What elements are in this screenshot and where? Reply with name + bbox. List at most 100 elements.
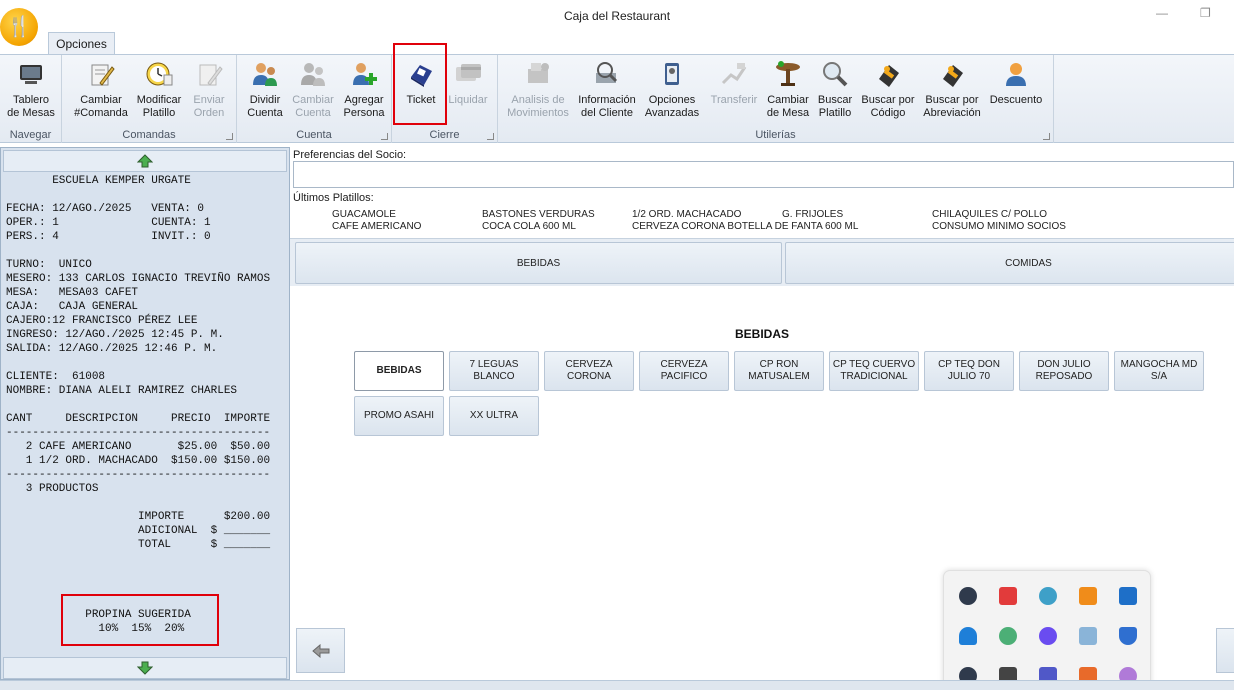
item-label: BEBIDAS: [376, 365, 422, 376]
dialog-launcher-icon[interactable]: [1043, 133, 1050, 140]
back-button[interactable]: [296, 628, 345, 673]
monitor-icon: [20, 65, 42, 84]
receipt-line: OPER.: 1 CUENTA: 1: [6, 217, 211, 229]
analisis-movimientos-button[interactable]: Analisis de Movimientos: [504, 59, 572, 125]
app-tray-icon[interactable]: [1039, 627, 1057, 645]
app-tray-icon[interactable]: [1039, 587, 1057, 605]
ultimo-platillo[interactable]: G. FRIJOLES: [782, 209, 843, 220]
label: Opciones: [648, 94, 696, 106]
item-label: CERVEZA PACIFICO: [660, 359, 708, 382]
outlook-icon[interactable]: [1119, 587, 1137, 605]
ultimo-platillo[interactable]: COCA COLA 600 ML: [482, 221, 576, 232]
buscar-codigo-button[interactable]: Buscar por Código: [858, 59, 918, 125]
item-button[interactable]: CP TEQ DON JULIO 70: [924, 351, 1014, 391]
label: #Comanda: [74, 107, 128, 119]
item-button[interactable]: CP TEQ CUERVO TRADICIONAL: [829, 351, 919, 391]
cambiar-cuenta-button[interactable]: Cambiar Cuenta: [289, 59, 337, 125]
buscar-platillo-button[interactable]: Buscar Platillo: [814, 59, 856, 125]
item-button[interactable]: CERVEZA CORONA: [544, 351, 634, 391]
app-tray-icon[interactable]: [1079, 587, 1097, 605]
item-button[interactable]: XX ULTRA: [449, 396, 539, 436]
transferir-button[interactable]: Transferir: [704, 59, 764, 125]
receipt-line: [6, 188, 288, 202]
agregar-persona-button[interactable]: Agregar Persona: [339, 59, 389, 125]
receipt-line: ESCUELA KEMPER URGATE: [6, 175, 191, 187]
label: Tablero: [12, 94, 50, 106]
onedrive-icon[interactable]: [959, 627, 977, 645]
minimize-icon[interactable]: —: [1156, 6, 1168, 20]
ultimo-platillo[interactable]: GUACAMOLE: [332, 209, 396, 220]
calculator-icon: [528, 63, 549, 83]
tab-opciones[interactable]: Opciones: [48, 32, 115, 55]
category-comidas-button[interactable]: COMIDAS: [785, 242, 1234, 284]
item-button[interactable]: MANGOCHA MD S/A: [1114, 351, 1204, 391]
receipt-line: [6, 496, 288, 510]
defender-icon[interactable]: [1119, 627, 1137, 645]
table-icon: [776, 61, 800, 86]
item-button[interactable]: DON JULIO REPOSADO: [1019, 351, 1109, 391]
arrow-left-icon: [311, 643, 329, 658]
scroll-down-button[interactable]: [3, 657, 287, 679]
cambiar-mesa-button[interactable]: Cambiar de Mesa: [764, 59, 812, 125]
group-cierre: Ticket Liquidar Cierre: [392, 55, 498, 143]
scroll-up-button[interactable]: [3, 150, 287, 172]
item-label: CERVEZA CORONA: [565, 359, 613, 382]
category-bebidas-button[interactable]: BEBIDAS: [295, 242, 782, 284]
group-comandas: Cambiar #Comanda Modificar Platillo Envi…: [62, 55, 237, 143]
ultimo-platillo[interactable]: CHILAQUILES C/ POLLO: [932, 209, 1047, 220]
client-search-icon: [596, 62, 618, 83]
preferencias-input[interactable]: [293, 161, 1234, 188]
cambiar-comanda-button[interactable]: Cambiar #Comanda: [72, 59, 130, 125]
descuento-button[interactable]: Descuento: [986, 59, 1046, 125]
receipt-line: ----------------------------------------: [6, 427, 271, 439]
person-icon: [1006, 63, 1026, 86]
dividir-cuenta-button[interactable]: Dividir Cuenta: [243, 59, 287, 125]
app-tray-icon[interactable]: [999, 627, 1017, 645]
tablero-mesas-button[interactable]: Tablero de Mesas: [2, 59, 60, 125]
stamp-icon: [943, 65, 963, 87]
label: Platillo: [142, 107, 176, 119]
label: de Mesa: [766, 107, 810, 119]
modificar-platillo-button[interactable]: Modificar Platillo: [132, 59, 186, 125]
item-label: XX ULTRA: [469, 410, 519, 421]
preferencias-label: Preferencias del Socio:: [293, 149, 407, 161]
app-logo-icon[interactable]: 🍴: [0, 8, 38, 46]
label: del Cliente: [581, 107, 633, 119]
dialog-launcher-icon[interactable]: [381, 133, 388, 140]
app-tray-icon[interactable]: [999, 587, 1017, 605]
add-person-icon: [353, 63, 377, 85]
item-button[interactable]: 7 LEGUAS BLANCO: [449, 351, 539, 391]
label: Analisis de: [511, 94, 565, 106]
label: Descuento: [989, 94, 1043, 106]
ribbon: Tablero de Mesas Navegar Cambiar #Comand…: [0, 54, 1234, 143]
receipt-line: [6, 566, 288, 580]
status-bar: [0, 680, 1234, 690]
title-bar: Caja del Restaurant — ❐: [0, 0, 1234, 32]
ultimo-platillo[interactable]: 1/2 ORD. MACHACADO: [632, 209, 741, 220]
item-button[interactable]: PROMO ASAHI: [354, 396, 444, 436]
label: Modificar: [136, 94, 182, 106]
app-tray-icon[interactable]: [1079, 627, 1097, 645]
dialog-launcher-icon[interactable]: [226, 133, 233, 140]
item-button[interactable]: CP RON MATUSALEM: [734, 351, 824, 391]
app-tray-icon[interactable]: [959, 587, 977, 605]
informacion-cliente-button[interactable]: Información del Cliente: [574, 59, 640, 125]
transfer-icon: [721, 63, 747, 85]
enviar-orden-button[interactable]: Enviar Orden: [186, 59, 232, 125]
next-button[interactable]: [1216, 628, 1234, 673]
item-button[interactable]: CERVEZA PACIFICO: [639, 351, 729, 391]
opciones-avanzadas-button[interactable]: Opciones Avanzadas: [642, 59, 702, 125]
liquidar-button[interactable]: Liquidar: [446, 59, 490, 125]
ultimo-platillo[interactable]: CAFE AMERICANO: [332, 221, 421, 232]
ticket-button[interactable]: Ticket: [398, 59, 444, 125]
receipt-line: [6, 552, 288, 566]
clock-notepad-icon: [146, 62, 173, 86]
ultimo-platillo[interactable]: CONSUMO MINIMO SOCIOS: [932, 221, 1066, 232]
dialog-launcher-icon[interactable]: [487, 133, 494, 140]
ultimo-platillo[interactable]: BASTONES VERDURAS: [482, 209, 595, 220]
restore-icon[interactable]: ❐: [1200, 6, 1211, 20]
ultimo-platillo[interactable]: CERVEZA CORONA BOTELLA DE FANTA 600 ML: [632, 221, 858, 232]
receipt-line: INGRESO: 12/AGO./2025 12:45 P. M.: [6, 329, 224, 341]
item-button[interactable]: BEBIDAS: [354, 351, 444, 391]
buscar-abreviacion-button[interactable]: Buscar por Abreviación: [920, 59, 984, 125]
